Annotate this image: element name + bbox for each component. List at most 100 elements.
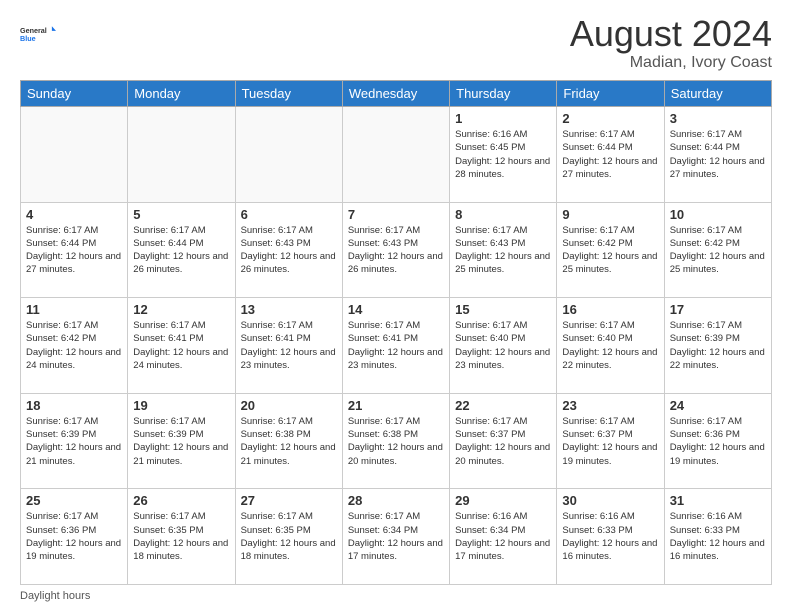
calendar-cell: 11 Sunrise: 6:17 AM Sunset: 6:42 PM Dayli… bbox=[21, 298, 128, 394]
day-info: Sunrise: 6:17 AM Sunset: 6:41 PM Dayligh… bbox=[241, 319, 337, 372]
day-number: 5 bbox=[133, 207, 229, 222]
header-thursday: Thursday bbox=[450, 81, 557, 107]
day-info: Sunrise: 6:17 AM Sunset: 6:44 PM Dayligh… bbox=[670, 128, 766, 181]
calendar-cell: 27 Sunrise: 6:17 AM Sunset: 6:35 PM Dayli… bbox=[235, 489, 342, 585]
calendar-table: SundayMondayTuesdayWednesdayThursdayFrid… bbox=[20, 80, 772, 585]
day-number: 7 bbox=[348, 207, 444, 222]
day-number: 17 bbox=[670, 302, 766, 317]
calendar-cell: 15 Sunrise: 6:17 AM Sunset: 6:40 PM Dayli… bbox=[450, 298, 557, 394]
day-info: Sunrise: 6:17 AM Sunset: 6:42 PM Dayligh… bbox=[670, 224, 766, 277]
calendar-cell: 30 Sunrise: 6:16 AM Sunset: 6:33 PM Dayli… bbox=[557, 489, 664, 585]
calendar-cell: 21Sunrise: 6:17 AM Sunset: 6:38 PM Dayli… bbox=[342, 393, 449, 489]
day-info: Sunrise: 6:17 AM Sunset: 6:38 PM Dayligh… bbox=[241, 415, 337, 468]
day-number: 16 bbox=[562, 302, 658, 317]
day-info: Sunrise: 6:17 AM Sunset: 6:41 PM Dayligh… bbox=[133, 319, 229, 372]
day-info: Sunrise: 6:17 AM Sunset: 6:44 PM Dayligh… bbox=[562, 128, 658, 181]
day-number: 12 bbox=[133, 302, 229, 317]
day-info: Sunrise: 6:17 AM Sunset: 6:43 PM Dayligh… bbox=[241, 224, 337, 277]
calendar-cell: 25Sunrise: 6:17 AM Sunset: 6:36 PM Dayli… bbox=[21, 489, 128, 585]
header-monday: Monday bbox=[128, 81, 235, 107]
day-number: 20 bbox=[241, 398, 337, 413]
week-row-2: 11 Sunrise: 6:17 AM Sunset: 6:42 PM Dayli… bbox=[21, 298, 772, 394]
day-number: 26 bbox=[133, 493, 229, 508]
day-info: Sunrise: 6:17 AM Sunset: 6:44 PM Dayligh… bbox=[26, 224, 122, 277]
calendar-cell: 10 Sunrise: 6:17 AM Sunset: 6:42 PM Dayli… bbox=[664, 202, 771, 298]
day-number: 22 bbox=[455, 398, 551, 413]
calendar-cell: 13 Sunrise: 6:17 AM Sunset: 6:41 PM Dayli… bbox=[235, 298, 342, 394]
calendar-cell: 1 Sunrise: 6:16 AM Sunset: 6:45 PM Daylig… bbox=[450, 107, 557, 203]
page: General Blue August 2024 Madian, Ivory C… bbox=[0, 0, 792, 612]
day-number: 18 bbox=[26, 398, 122, 413]
day-number: 21 bbox=[348, 398, 444, 413]
day-info: Sunrise: 6:17 AM Sunset: 6:37 PM Dayligh… bbox=[455, 415, 551, 468]
calendar-cell: 17Sunrise: 6:17 AM Sunset: 6:39 PM Dayli… bbox=[664, 298, 771, 394]
day-info: Sunrise: 6:17 AM Sunset: 6:35 PM Dayligh… bbox=[241, 510, 337, 563]
day-info: Sunrise: 6:17 AM Sunset: 6:42 PM Dayligh… bbox=[562, 224, 658, 277]
calendar-cell: 29Sunrise: 6:16 AM Sunset: 6:34 PM Dayli… bbox=[450, 489, 557, 585]
day-info: Sunrise: 6:16 AM Sunset: 6:33 PM Dayligh… bbox=[670, 510, 766, 563]
week-row-1: 4 Sunrise: 6:17 AM Sunset: 6:44 PM Daylig… bbox=[21, 202, 772, 298]
day-info: Sunrise: 6:17 AM Sunset: 6:36 PM Dayligh… bbox=[670, 415, 766, 468]
location-title: Madian, Ivory Coast bbox=[570, 54, 772, 72]
day-number: 4 bbox=[26, 207, 122, 222]
day-number: 1 bbox=[455, 111, 551, 126]
day-number: 30 bbox=[562, 493, 658, 508]
week-row-0: 1 Sunrise: 6:16 AM Sunset: 6:45 PM Daylig… bbox=[21, 107, 772, 203]
week-row-4: 25Sunrise: 6:17 AM Sunset: 6:36 PM Dayli… bbox=[21, 489, 772, 585]
day-number: 8 bbox=[455, 207, 551, 222]
calendar-cell: 14Sunrise: 6:17 AM Sunset: 6:41 PM Dayli… bbox=[342, 298, 449, 394]
day-number: 23 bbox=[562, 398, 658, 413]
calendar-cell: 31Sunrise: 6:16 AM Sunset: 6:33 PM Dayli… bbox=[664, 489, 771, 585]
logo: General Blue bbox=[20, 16, 56, 52]
day-number: 3 bbox=[670, 111, 766, 126]
day-info: Sunrise: 6:16 AM Sunset: 6:45 PM Dayligh… bbox=[455, 128, 551, 181]
header-friday: Friday bbox=[557, 81, 664, 107]
calendar-cell: 26Sunrise: 6:17 AM Sunset: 6:35 PM Dayli… bbox=[128, 489, 235, 585]
day-number: 2 bbox=[562, 111, 658, 126]
footer-note: Daylight hours bbox=[20, 590, 772, 602]
day-number: 27 bbox=[241, 493, 337, 508]
calendar-cell: 3 Sunrise: 6:17 AM Sunset: 6:44 PM Daylig… bbox=[664, 107, 771, 203]
day-info: Sunrise: 6:17 AM Sunset: 6:40 PM Dayligh… bbox=[455, 319, 551, 372]
calendar-cell: 23 Sunrise: 6:17 AM Sunset: 6:37 PM Dayli… bbox=[557, 393, 664, 489]
day-number: 9 bbox=[562, 207, 658, 222]
calendar-cell: 2 Sunrise: 6:17 AM Sunset: 6:44 PM Daylig… bbox=[557, 107, 664, 203]
calendar-cell: 8 Sunrise: 6:17 AM Sunset: 6:43 PM Daylig… bbox=[450, 202, 557, 298]
day-info: Sunrise: 6:17 AM Sunset: 6:43 PM Dayligh… bbox=[348, 224, 444, 277]
header-wednesday: Wednesday bbox=[342, 81, 449, 107]
day-number: 15 bbox=[455, 302, 551, 317]
logo-svg: General Blue bbox=[20, 16, 56, 52]
header-sunday: Sunday bbox=[21, 81, 128, 107]
day-info: Sunrise: 6:17 AM Sunset: 6:42 PM Dayligh… bbox=[26, 319, 122, 372]
calendar-cell bbox=[21, 107, 128, 203]
header: General Blue August 2024 Madian, Ivory C… bbox=[20, 16, 772, 72]
day-number: 28 bbox=[348, 493, 444, 508]
calendar-cell: 28 Sunrise: 6:17 AM Sunset: 6:34 PM Dayli… bbox=[342, 489, 449, 585]
day-info: Sunrise: 6:17 AM Sunset: 6:37 PM Dayligh… bbox=[562, 415, 658, 468]
calendar-cell: 12 Sunrise: 6:17 AM Sunset: 6:41 PM Dayli… bbox=[128, 298, 235, 394]
calendar-cell: 18Sunrise: 6:17 AM Sunset: 6:39 PM Dayli… bbox=[21, 393, 128, 489]
calendar-cell: 9 Sunrise: 6:17 AM Sunset: 6:42 PM Daylig… bbox=[557, 202, 664, 298]
day-number: 10 bbox=[670, 207, 766, 222]
calendar-cell: 6Sunrise: 6:17 AM Sunset: 6:43 PM Daylig… bbox=[235, 202, 342, 298]
day-number: 24 bbox=[670, 398, 766, 413]
day-number: 29 bbox=[455, 493, 551, 508]
day-info: Sunrise: 6:17 AM Sunset: 6:34 PM Dayligh… bbox=[348, 510, 444, 563]
day-info: Sunrise: 6:17 AM Sunset: 6:43 PM Dayligh… bbox=[455, 224, 551, 277]
calendar-cell: 19Sunrise: 6:17 AM Sunset: 6:39 PM Dayli… bbox=[128, 393, 235, 489]
calendar-cell: 20 Sunrise: 6:17 AM Sunset: 6:38 PM Dayli… bbox=[235, 393, 342, 489]
header-saturday: Saturday bbox=[664, 81, 771, 107]
calendar-cell: 24 Sunrise: 6:17 AM Sunset: 6:36 PM Dayli… bbox=[664, 393, 771, 489]
day-number: 11 bbox=[26, 302, 122, 317]
week-row-3: 18Sunrise: 6:17 AM Sunset: 6:39 PM Dayli… bbox=[21, 393, 772, 489]
day-info: Sunrise: 6:17 AM Sunset: 6:41 PM Dayligh… bbox=[348, 319, 444, 372]
calendar-cell bbox=[342, 107, 449, 203]
day-info: Sunrise: 6:16 AM Sunset: 6:33 PM Dayligh… bbox=[562, 510, 658, 563]
day-number: 13 bbox=[241, 302, 337, 317]
title-area: August 2024 Madian, Ivory Coast bbox=[570, 16, 772, 72]
calendar-cell: 16Sunrise: 6:17 AM Sunset: 6:40 PM Dayli… bbox=[557, 298, 664, 394]
day-number: 25 bbox=[26, 493, 122, 508]
month-title: August 2024 bbox=[570, 16, 772, 52]
calendar-cell: 4 Sunrise: 6:17 AM Sunset: 6:44 PM Daylig… bbox=[21, 202, 128, 298]
svg-text:Blue: Blue bbox=[20, 34, 36, 43]
